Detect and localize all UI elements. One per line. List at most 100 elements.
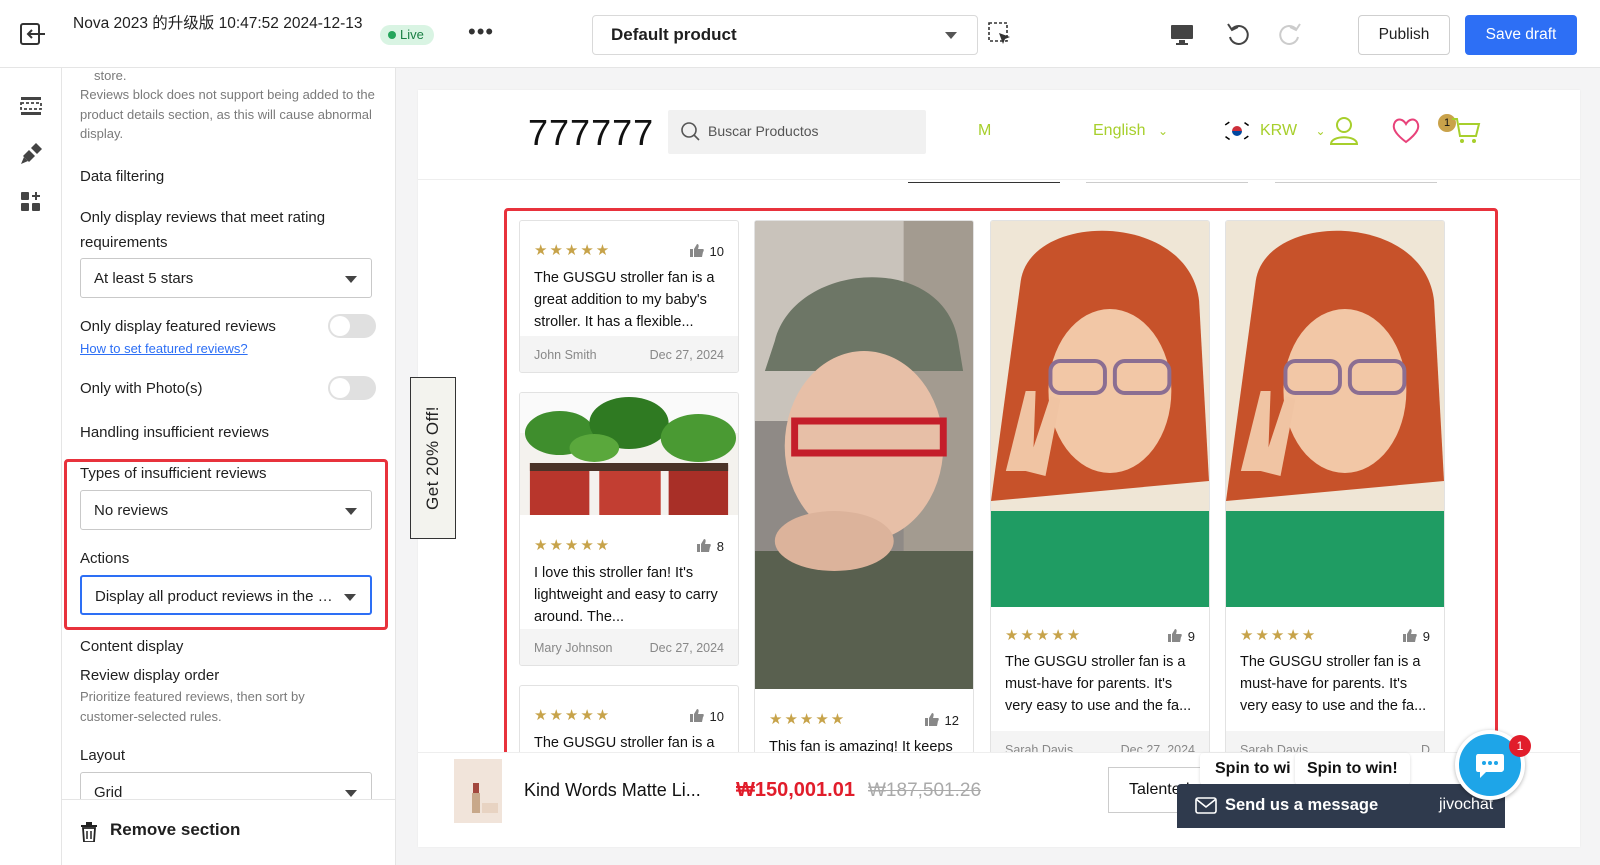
search-placeholder: Buscar Productos: [708, 123, 819, 139]
product-select[interactable]: Default product: [592, 15, 978, 55]
rating-stars: ★★★★★: [534, 707, 612, 724]
store-text-fragment: store.: [94, 68, 127, 83]
store-logo[interactable]: 777777: [528, 112, 654, 154]
like-count-value: 12: [944, 713, 959, 728]
language-selector[interactable]: English ⌄: [1093, 122, 1168, 140]
review-card[interactable]: ★★★★★ 8 I love this stroller fan! It's l…: [519, 392, 739, 666]
like-count-value: 10: [709, 244, 724, 259]
review-footer: Mary Johnson Dec 27, 2024: [520, 629, 738, 665]
review-tab-underline: [908, 182, 1060, 183]
theme-title: Nova 2023 的升级版 10:47:52 2024-12-13: [73, 15, 363, 32]
reviews-note: Reviews block does not support being add…: [80, 87, 375, 141]
review-text: The GUSGU stroller fan is a great additi…: [534, 270, 715, 330]
actions-select[interactable]: Display all product reviews in the store: [80, 575, 372, 615]
thumbs-up-icon: [689, 244, 704, 257]
featured-reviews-toggle[interactable]: [328, 314, 376, 338]
chat-notification-badge: 1: [1509, 735, 1531, 757]
send-message-label: Send us a message: [1225, 796, 1379, 814]
product-select-value: Default product: [611, 25, 737, 44]
cart-icon[interactable]: [1450, 114, 1482, 146]
promo-label: Get 20% Off!: [423, 406, 442, 510]
featured-reviews-help-link[interactable]: How to set featured reviews?: [80, 340, 248, 358]
review-card[interactable]: ★★★★★ 9 The GUSGU stroller fan is a must…: [1225, 220, 1445, 760]
thumbs-up-icon: [689, 709, 704, 722]
like-count[interactable]: 12: [924, 713, 959, 728]
save-draft-button[interactable]: Save draft: [1465, 15, 1577, 55]
rating-stars: ★★★★★: [534, 537, 612, 554]
chat-message-bar[interactable]: Send us a message jivochat: [1177, 784, 1505, 828]
review-footer: John Smith Dec 27, 2024: [520, 336, 738, 372]
settings-panel: store. Reviews block does not support be…: [62, 68, 396, 865]
theme-style-icon[interactable]: [19, 142, 43, 166]
currency-selector[interactable]: KRW ⌄: [1260, 122, 1326, 140]
review-author: John Smith: [534, 348, 597, 362]
review-photo[interactable]: [1226, 221, 1444, 607]
review-text: I love this stroller fan! It's lightweig…: [534, 565, 718, 625]
like-count-value: 9: [1422, 629, 1430, 644]
like-count[interactable]: 9: [1167, 629, 1195, 644]
review-card[interactable]: ★★★★★ 10 The GUSGU stroller fan is a gre…: [519, 220, 739, 373]
chevron-down-icon: [345, 790, 357, 797]
like-count[interactable]: 9: [1402, 629, 1430, 644]
undo-icon[interactable]: [1224, 20, 1252, 48]
chevron-down-icon: [945, 32, 957, 39]
product-name: Kind Words Matte Li...: [524, 780, 701, 800]
review-date: Dec 27, 2024: [649, 348, 724, 362]
desktop-view-icon[interactable]: [1168, 20, 1196, 48]
store-preview: 777777 Buscar Productos M English ⌄ KRW …: [418, 90, 1580, 847]
like-count[interactable]: 10: [689, 244, 724, 259]
like-count-value: 9: [1187, 629, 1195, 644]
review-card[interactable]: ★★★★★ 9 The GUSGU stroller fan is a must…: [990, 220, 1210, 760]
like-count[interactable]: 8: [696, 539, 724, 554]
photo-only-label: Only with Photo(s): [80, 380, 203, 397]
like-count-value: 10: [709, 709, 724, 724]
publish-button[interactable]: Publish: [1358, 15, 1450, 55]
rating-select-value: At least 5 stars: [94, 270, 194, 287]
sections-icon[interactable]: [19, 94, 43, 118]
insufficient-types-select[interactable]: No reviews: [80, 490, 372, 530]
review-photo[interactable]: [991, 221, 1209, 607]
redo-icon[interactable]: [1276, 20, 1304, 48]
actions-select-value: Display all product reviews in the store: [95, 588, 351, 605]
product-thumbnail[interactable]: [454, 759, 502, 823]
review-photo[interactable]: [520, 393, 738, 515]
review-date: Dec 27, 2024: [649, 641, 724, 655]
remove-section-button[interactable]: Remove section: [62, 799, 395, 865]
rating-stars: ★★★★★: [769, 711, 847, 728]
actions-label: Actions: [80, 550, 130, 567]
discount-promo-tab[interactable]: Get 20% Off!: [410, 377, 456, 539]
rating-select[interactable]: At least 5 stars: [80, 258, 372, 298]
rating-stars: ★★★★★: [1240, 627, 1318, 644]
exit-icon[interactable]: [20, 22, 46, 46]
like-count[interactable]: 10: [689, 709, 724, 724]
product-price: ₩150,001.01: [736, 779, 855, 801]
thumbs-up-icon: [696, 539, 711, 552]
wishlist-icon[interactable]: [1390, 114, 1422, 146]
like-count-value: 8: [716, 539, 724, 554]
review-order-label: Review display order: [80, 667, 220, 684]
review-text: The GUSGU stroller fan is a must-have fo…: [1005, 654, 1192, 714]
chat-bubble-icon: [1476, 754, 1504, 778]
photo-only-toggle[interactable]: [328, 376, 376, 400]
store-search[interactable]: Buscar Productos: [668, 110, 926, 154]
apps-icon[interactable]: [19, 190, 43, 214]
product-old-price: ₩187,501.26: [868, 780, 982, 801]
thumbs-up-icon: [924, 713, 939, 726]
more-options-button[interactable]: •••: [468, 21, 494, 43]
chevron-down-icon: ⌄: [1157, 124, 1168, 138]
chevron-down-icon: [345, 508, 357, 515]
spin-to-win-button[interactable]: Spin to win!: [1295, 753, 1410, 785]
content-display-heading: Content display: [80, 638, 184, 655]
review-card[interactable]: ★★★★★ 12 This fan is amazing! It keeps: [754, 220, 974, 820]
chevron-down-icon: [345, 276, 357, 283]
menu-item-fragment[interactable]: M: [978, 122, 991, 140]
account-icon[interactable]: [1328, 114, 1360, 146]
currency-value: KRW: [1260, 122, 1298, 139]
review-photo[interactable]: [755, 221, 973, 689]
spin-to-win-button[interactable]: Spin to wi: [1200, 753, 1300, 785]
featured-reviews-label: Only display featured reviews: [80, 318, 276, 335]
review-text: The GUSGU stroller fan is a: [534, 735, 715, 751]
select-element-icon[interactable]: [986, 20, 1014, 48]
store-header: 777777 Buscar Productos M English ⌄ KRW …: [418, 90, 1580, 180]
review-tab-underline: [1086, 182, 1248, 183]
